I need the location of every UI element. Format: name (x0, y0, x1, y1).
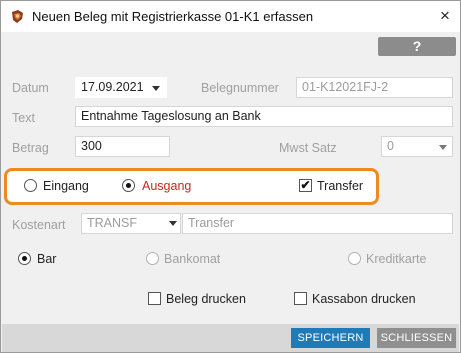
bar-label[interactable]: Bar (37, 252, 56, 266)
eingang-radio[interactable] (24, 179, 37, 192)
ausgang-radio[interactable] (122, 179, 135, 192)
datum-dropdown-icon[interactable] (152, 86, 160, 91)
kostenart-code-value: TRANSF (87, 216, 137, 230)
dialog-window: Neuen Beleg mit Registrierkasse 01-K1 er… (0, 0, 461, 353)
kassabon-drucken-checkbox[interactable] (294, 292, 307, 305)
eingang-label[interactable]: Eingang (43, 179, 89, 193)
mwst-dropdown-icon (439, 145, 447, 150)
belegnummer-label: Belegnummer (201, 81, 279, 95)
transfer-label[interactable]: Transfer (317, 179, 363, 193)
text-value: Entnahme Tageslosung an Bank (81, 109, 261, 123)
datum-value: 17.09.2021 (81, 80, 144, 94)
kostenart-label: Kostenart (12, 218, 66, 232)
datum-label: Datum (12, 81, 49, 95)
kostenart-description-field: Transfer (182, 213, 453, 234)
beleg-drucken-checkbox[interactable] (148, 292, 161, 305)
ausgang-label[interactable]: Ausgang (142, 179, 191, 193)
text-field[interactable]: Entnahme Tageslosung an Bank (75, 106, 453, 127)
close-icon[interactable]: × (437, 7, 453, 25)
app-logo-icon (12, 10, 23, 23)
mwst-label: Mwst Satz (279, 141, 337, 155)
kreditkarte-radio (348, 252, 361, 265)
bar-radio[interactable] (18, 252, 31, 265)
belegnummer-field: 01-K12021FJ-2 (296, 77, 453, 98)
transfer-checkbox[interactable]: ✔ (299, 179, 312, 192)
text-label: Text (12, 111, 35, 125)
kostenart-description-value: Transfer (188, 216, 235, 230)
bankomat-radio (146, 252, 159, 265)
belegnummer-value: 01-K12021FJ-2 (302, 80, 389, 94)
betrag-value: 300 (81, 139, 102, 153)
betrag-field[interactable]: 300 (75, 136, 170, 157)
beleg-drucken-label[interactable]: Beleg drucken (166, 292, 246, 306)
bankomat-label: Bankomat (164, 252, 221, 266)
kreditkarte-label: Kreditkarte (366, 252, 427, 266)
betrag-label: Betrag (12, 141, 49, 155)
kostenart-dropdown-icon[interactable] (169, 221, 177, 226)
title-bar[interactable]: Neuen Beleg mit Registrierkasse 01-K1 er… (1, 1, 460, 32)
close-button[interactable]: SCHLIESSEN (377, 328, 456, 348)
mwst-value: 0 (387, 139, 394, 153)
kostenart-code-select: TRANSF (81, 213, 181, 234)
help-button[interactable]: ? (378, 37, 456, 56)
window-title: Neuen Beleg mit Registrierkasse 01-K1 er… (32, 9, 314, 24)
save-button[interactable]: SPEICHERN (291, 328, 370, 348)
kassabon-drucken-label[interactable]: Kassabon drucken (312, 292, 416, 306)
